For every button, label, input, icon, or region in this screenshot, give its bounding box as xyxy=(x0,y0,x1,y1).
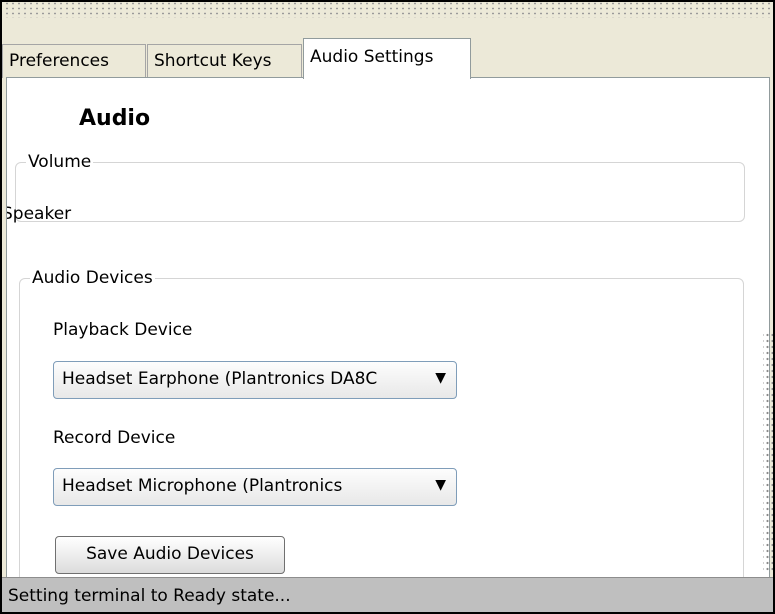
top-grip[interactable] xyxy=(2,2,773,18)
volume-legend: Volume xyxy=(28,152,92,172)
audio-devices-legend: Audio Devices xyxy=(32,268,153,288)
tab-audio-settings[interactable]: Audio Settings xyxy=(303,38,471,79)
chevron-down-icon[interactable]: ▼ xyxy=(435,370,446,386)
audio-devices-group: Audio Devices xyxy=(19,268,744,577)
volume-group: Volume xyxy=(15,152,745,222)
playback-device-select[interactable]: Headset Earphone (Plantronics DA8C ▼ xyxy=(53,361,457,399)
settings-window: Preferences Shortcut Keys Audio Settings… xyxy=(0,0,775,614)
tab-shortcut-keys[interactable]: Shortcut Keys xyxy=(147,44,302,78)
record-device-value: Headset Microphone (Plantronics xyxy=(62,476,343,496)
playback-device-value: Headset Earphone (Plantronics DA8C xyxy=(62,369,378,389)
status-text: Setting terminal to Ready state... xyxy=(8,586,291,606)
speaker-label: Speaker xyxy=(6,204,72,224)
tab-strip: Preferences Shortcut Keys Audio Settings xyxy=(2,24,773,79)
right-grip[interactable] xyxy=(763,332,773,572)
audio-settings-panel: Audio Volume Speaker Audio Devices Playb… xyxy=(6,77,770,577)
record-device-label: Record Device xyxy=(53,428,176,448)
playback-device-label: Playback Device xyxy=(53,320,193,340)
page-title: Audio xyxy=(79,106,151,131)
tab-preferences[interactable]: Preferences xyxy=(2,44,146,78)
tab-preferences-label: Preferences xyxy=(9,51,109,71)
tab-shortcut-keys-label: Shortcut Keys xyxy=(154,51,272,71)
status-bar: Setting terminal to Ready state... xyxy=(2,577,773,612)
record-device-select[interactable]: Headset Microphone (Plantronics ▼ xyxy=(53,468,457,506)
chevron-down-icon[interactable]: ▼ xyxy=(435,477,446,493)
save-audio-devices-button[interactable]: Save Audio Devices xyxy=(55,536,285,574)
tab-audio-settings-label: Audio Settings xyxy=(310,47,434,67)
